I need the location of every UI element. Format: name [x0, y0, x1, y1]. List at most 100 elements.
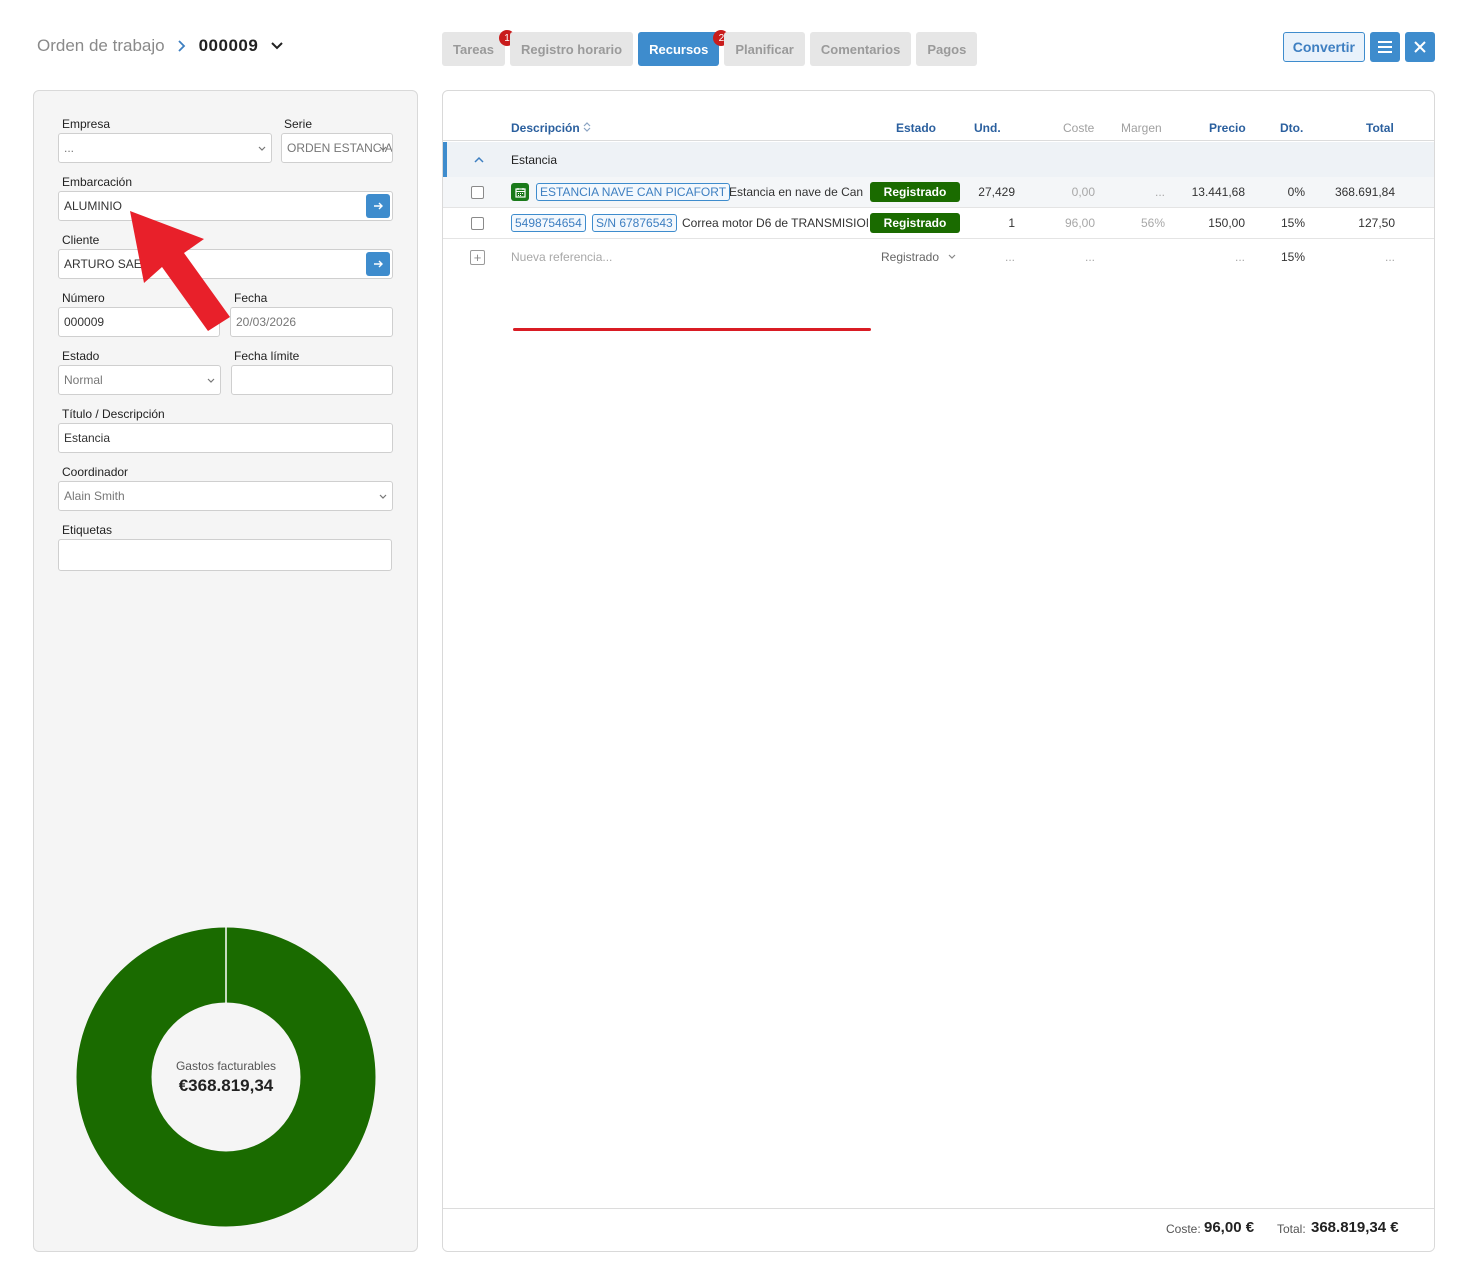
titulo-label: Título / Descripción	[62, 407, 165, 421]
row-precio[interactable]: 150,00	[1175, 216, 1245, 230]
chevron-down-icon[interactable]	[270, 39, 284, 53]
fecha-limite-label: Fecha límite	[234, 349, 300, 363]
hamburger-icon	[1378, 41, 1392, 53]
row-dto[interactable]: 15%	[1263, 216, 1305, 230]
tab-registro-horario[interactable]: Registro horario	[509, 32, 634, 66]
table-header: Descripción Estado Und. Coste Margen Pre…	[443, 117, 1434, 141]
grand-total-label: Total:	[1277, 1222, 1306, 1236]
grand-total-value: 368.819,34 €	[1311, 1219, 1399, 1236]
col-dto[interactable]: Dto.	[1280, 121, 1303, 135]
row-und[interactable]: 27,429	[963, 185, 1015, 199]
fecha-value: 20/03/2026	[236, 315, 297, 329]
group-label: Estancia	[511, 153, 558, 167]
new-reference-input[interactable]: Nueva referencia...	[511, 250, 612, 264]
convert-button[interactable]: Convertir	[1282, 32, 1365, 62]
chevron-right-icon	[177, 40, 185, 52]
row-precio[interactable]: 13.441,68	[1175, 185, 1245, 199]
chevron-up-icon[interactable]	[473, 154, 485, 166]
tab-label: Registro horario	[520, 41, 623, 57]
coordinador-value: Alain Smith	[64, 489, 125, 503]
col-estado[interactable]: Estado	[896, 121, 936, 135]
titulo-field[interactable]: Estancia	[58, 423, 393, 453]
arrow-annotation-icon	[130, 211, 230, 331]
header-actions: Convertir	[1282, 32, 1435, 62]
tab-planificar[interactable]: Planificar	[724, 32, 805, 66]
reference-chip[interactable]: ESTANCIA NAVE CAN PICAFORT	[536, 183, 731, 201]
coordinador-select[interactable]: Alain Smith	[58, 481, 393, 511]
tab-recursos[interactable]: Recursos 2	[638, 30, 730, 66]
arrow-right-icon	[374, 202, 383, 210]
highlight-underline	[513, 328, 871, 331]
etiquetas-field[interactable]	[58, 539, 392, 571]
chevron-down-icon	[379, 146, 387, 151]
breadcrumb-current: 000009	[198, 36, 259, 55]
col-coste[interactable]: Coste	[1063, 121, 1094, 135]
tab-label: Recursos	[649, 41, 709, 57]
new-row-und[interactable]: ...	[963, 250, 1015, 264]
sort-icon	[583, 122, 591, 132]
arrow-right-icon	[374, 260, 383, 268]
menu-button[interactable]	[1370, 32, 1400, 62]
row-margen[interactable]: 56%	[1111, 216, 1165, 230]
row-coste[interactable]: 0,00	[1043, 185, 1095, 199]
breadcrumb-root[interactable]: Orden de trabajo	[37, 36, 165, 56]
status-badge[interactable]: Registrado	[870, 213, 960, 233]
numero-label: Número	[62, 291, 105, 305]
col-margen[interactable]: Margen	[1121, 121, 1162, 135]
row-checkbox[interactable]	[471, 186, 484, 199]
serie-value: ORDEN ESTANCIA	[287, 141, 393, 155]
open-cliente-button[interactable]	[366, 252, 390, 276]
estado-label: Estado	[62, 349, 100, 363]
tab-label: Comentarios	[820, 41, 901, 57]
fecha-field[interactable]: 20/03/2026	[230, 307, 393, 337]
new-row-coste[interactable]: ...	[1043, 250, 1095, 264]
new-row-precio[interactable]: ...	[1175, 250, 1245, 264]
serial-chip[interactable]: S/N 67876543	[592, 214, 677, 232]
chevron-down-icon	[379, 494, 387, 499]
status-badge[interactable]: Registrado	[870, 182, 960, 202]
estado-select[interactable]: Normal	[58, 365, 221, 395]
group-row[interactable]: Estancia	[443, 142, 1434, 177]
row-und[interactable]: 1	[963, 216, 1015, 230]
chevron-down-icon	[948, 254, 956, 259]
tab-tareas[interactable]: Tareas 1	[442, 30, 515, 66]
close-icon	[1414, 41, 1426, 53]
serie-select[interactable]: ORDEN ESTANCIA	[281, 133, 393, 163]
table-row[interactable]: 5498754654 S/N 67876543 Correa motor D6 …	[443, 208, 1434, 239]
row-dto[interactable]: 0%	[1263, 185, 1305, 199]
empresa-label: Empresa	[62, 117, 111, 131]
coste-total-value: 96,00 €	[1204, 1219, 1255, 1236]
tab-comentarios[interactable]: Comentarios	[809, 32, 912, 66]
fecha-label: Fecha	[234, 291, 268, 305]
new-row-estado[interactable]: Registrado	[881, 250, 956, 264]
reference-chip[interactable]: 5498754654	[511, 214, 586, 232]
fecha-limite-field[interactable]	[231, 365, 393, 395]
tab-label: Planificar	[735, 41, 794, 57]
breadcrumb: Orden de trabajo 000009	[37, 36, 284, 56]
col-descripcion[interactable]: Descripción	[511, 121, 591, 135]
row-margen[interactable]: ...	[1111, 185, 1165, 199]
new-row-dto[interactable]: 15%	[1263, 250, 1305, 264]
close-button[interactable]	[1405, 32, 1435, 62]
estado-value: Normal	[64, 373, 103, 387]
empresa-select[interactable]: ...	[58, 133, 272, 163]
col-und[interactable]: Und.	[974, 121, 1001, 135]
new-row[interactable]: + Nueva referencia... Registrado ... ...…	[443, 241, 1434, 272]
col-total[interactable]: Total	[1366, 121, 1394, 135]
calendar-icon	[511, 183, 529, 201]
tab-pagos[interactable]: Pagos	[916, 32, 978, 66]
coste-total-label: Coste:	[1166, 1222, 1201, 1236]
open-embarcacion-button[interactable]	[366, 194, 390, 218]
col-precio[interactable]: Precio	[1209, 121, 1246, 135]
embarcacion-value: ALUMINIO	[64, 199, 123, 213]
row-coste[interactable]: 96,00	[1043, 216, 1095, 230]
add-row-icon[interactable]: +	[470, 250, 485, 265]
row-checkbox[interactable]	[471, 217, 484, 230]
etiquetas-label: Etiquetas	[62, 523, 113, 537]
totals-footer: Coste: 96,00 € Total: 368.819,34 €	[443, 1208, 1434, 1251]
tab-bar: Tareas 1 Registro horario Recursos 2 Pla…	[442, 30, 978, 66]
empresa-value: ...	[64, 141, 75, 155]
table-row[interactable]: ESTANCIA NAVE CAN PICAFORT Estancia en n…	[443, 177, 1434, 208]
coordinador-label: Coordinador	[62, 465, 129, 479]
numero-value: 000009	[64, 315, 105, 329]
